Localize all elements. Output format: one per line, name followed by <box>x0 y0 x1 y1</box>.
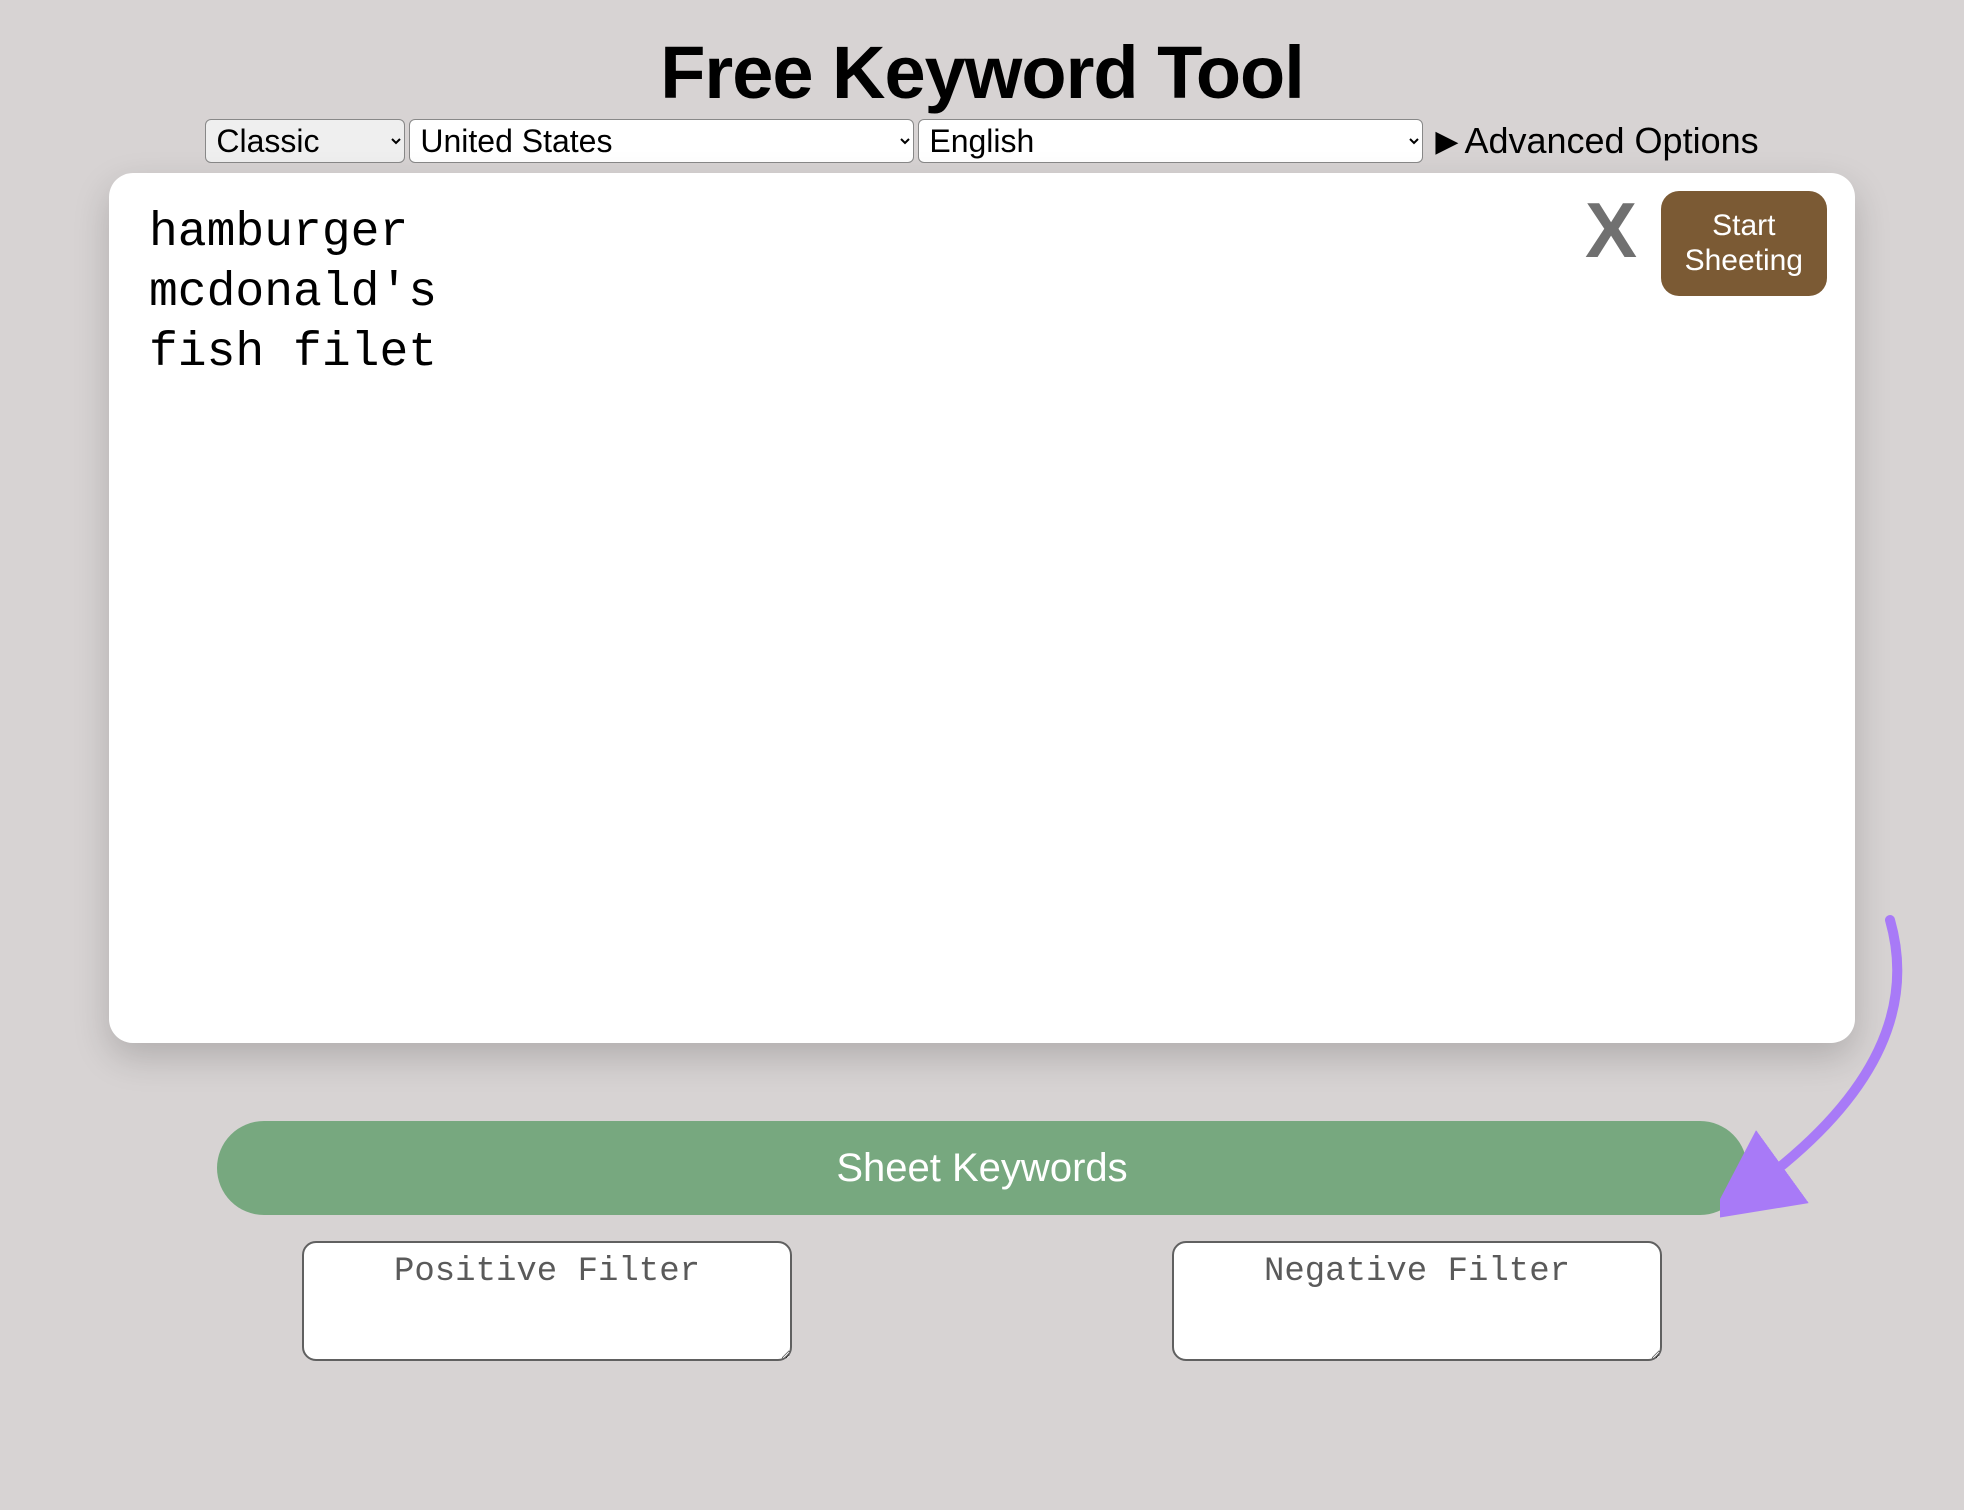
sheet-keywords-button[interactable]: Sheet Keywords <box>217 1121 1747 1215</box>
negative-filter-input[interactable] <box>1172 1241 1662 1361</box>
options-toolbar: Classic United States English ▶ Advanced… <box>205 119 1758 163</box>
triangle-right-icon: ▶ <box>1435 124 1458 159</box>
mode-select[interactable]: Classic <box>205 119 405 163</box>
keywords-input[interactable]: hamburger mcdonald's fish filet <box>149 203 1815 383</box>
advanced-options-toggle[interactable]: ▶ Advanced Options <box>1435 120 1758 162</box>
keywords-card: hamburger mcdonald's fish filet X Start … <box>109 173 1855 1043</box>
positive-filter-input[interactable] <box>302 1241 792 1361</box>
page-title: Free Keyword Tool <box>660 30 1304 115</box>
advanced-options-label: Advanced Options <box>1464 120 1758 162</box>
clear-button[interactable]: X <box>1585 191 1637 269</box>
filters-row <box>302 1241 1662 1361</box>
start-sheeting-button[interactable]: Start Sheeting <box>1661 191 1827 296</box>
country-select[interactable]: United States <box>409 119 914 163</box>
language-select[interactable]: English <box>918 119 1423 163</box>
